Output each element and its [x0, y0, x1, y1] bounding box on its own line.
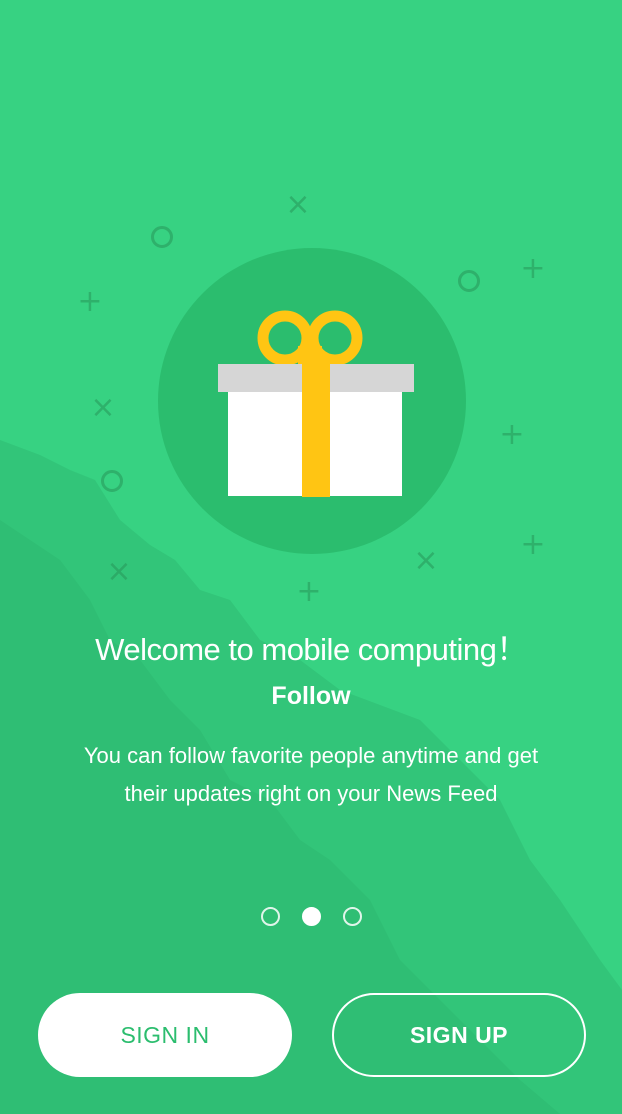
circle-decoration — [458, 270, 480, 292]
plus-decoration: + — [77, 284, 103, 319]
circle-decoration — [151, 226, 173, 248]
plus-decoration: + — [499, 417, 525, 452]
sign-up-button[interactable]: SIGN UP — [332, 993, 586, 1077]
welcome-title: Welcome to mobile computing！ — [95, 632, 527, 667]
page-dot-3[interactable] — [342, 907, 362, 926]
page-indicator — [0, 907, 622, 926]
feature-subtitle: Follow — [271, 682, 351, 710]
circle-decoration — [101, 470, 123, 492]
cross-decoration: × — [106, 554, 132, 589]
plus-decoration: + — [520, 251, 546, 286]
cross-decoration: × — [90, 390, 116, 425]
onboarding-screen: × + + × + + × × + Welcome to mobile comp… — [0, 0, 622, 1114]
page-dot-2[interactable] — [301, 907, 321, 926]
sign-in-button[interactable]: SIGN IN — [38, 993, 292, 1077]
plus-decoration: + — [520, 527, 546, 562]
plus-decoration: + — [296, 574, 322, 609]
cross-decoration: × — [413, 543, 439, 578]
cross-decoration: × — [285, 187, 311, 222]
feature-description: You can follow favorite people anytime a… — [83, 743, 539, 806]
gift-icon — [218, 310, 414, 497]
page-dot-1[interactable] — [260, 907, 280, 926]
